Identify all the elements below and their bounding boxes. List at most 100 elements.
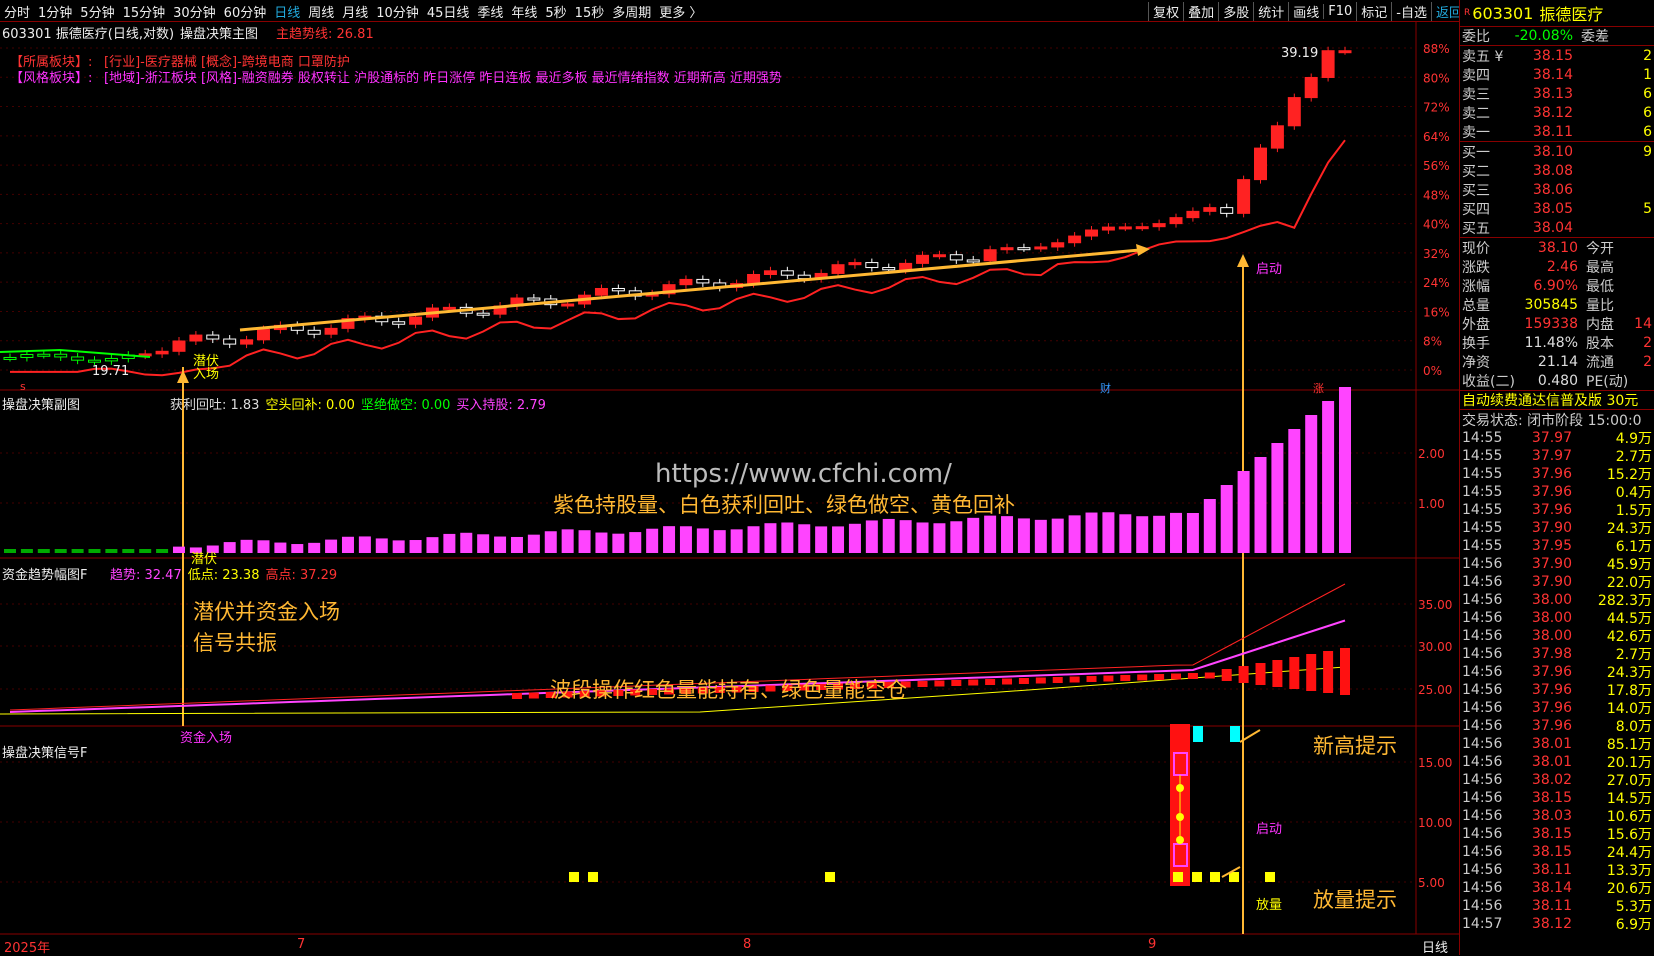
- tick-volume: 85.1万: [1606, 737, 1652, 753]
- ask-volume: 2: [1643, 47, 1652, 64]
- period-tab-10[interactable]: 45日线: [423, 2, 474, 21]
- tick-row: 14:56 38.15 24.4万: [1460, 843, 1654, 861]
- sub1-bar: [1271, 443, 1284, 553]
- volume-marker: [588, 872, 598, 882]
- quote-stat-value: 21.14: [1537, 353, 1578, 370]
- period-tab-7[interactable]: 周线: [304, 2, 338, 21]
- tick-time: 14:55: [1462, 430, 1503, 446]
- bid-row[interactable]: 买五 38.04: [1460, 218, 1654, 237]
- sector-label-2: 【风格板块】:: [10, 71, 93, 86]
- candle-body: [172, 340, 186, 352]
- tick-row: 14:56 38.00 44.5万: [1460, 609, 1654, 627]
- tick-list[interactable]: 14:55 37.97 4.9万 14:55 37.97 2.7万 14:55 37.96 15…: [1460, 429, 1654, 933]
- sub1-bar: [1288, 429, 1301, 553]
- sub1-bar: [409, 540, 422, 553]
- tick-volume: 14.5万: [1606, 791, 1652, 807]
- period-tab-13[interactable]: 5秒: [541, 2, 570, 21]
- quote-header: R 603301 振德医疗: [1460, 0, 1654, 27]
- period-tab-5[interactable]: 60分钟: [220, 2, 271, 21]
- bid-row[interactable]: 买三 38.06: [1460, 180, 1654, 199]
- tick-time: 14:56: [1462, 646, 1503, 662]
- bid-row[interactable]: 买一 38.10 9: [1460, 142, 1654, 161]
- stock-title: 603301 振德医疗(日线,对数): [2, 27, 175, 42]
- tick-time: 14:55: [1462, 466, 1503, 482]
- tick-row: 14:55 37.96 1.5万: [1460, 501, 1654, 519]
- sub1-bar: [122, 549, 135, 553]
- ask-label: 卖三: [1462, 86, 1490, 103]
- period-toolbar: 分时 1分钟 5分钟 15分钟 30分钟 60分钟 日线 周线 月线 10分钟 45日线 季线 年线 5秒…: [0, 0, 1654, 22]
- sub2-bar: [511, 693, 522, 699]
- volume-marker: [1229, 872, 1239, 882]
- trade-status: 交易状态: 闭市阶段 15:00:0: [1462, 412, 1642, 429]
- tool-button-4[interactable]: 画线: [1288, 1, 1323, 21]
- period-tab-11[interactable]: 季线: [473, 2, 507, 21]
- pct-axis-label: 24%: [1423, 276, 1450, 290]
- period-tab-6[interactable]: 日线: [270, 2, 304, 21]
- sub2-bar: [1238, 666, 1249, 683]
- sub1-bar: [460, 532, 473, 553]
- candle-body: [865, 262, 879, 269]
- tick-price: 38.00: [1531, 628, 1572, 644]
- news-ticker[interactable]: 自动续费通达信普及版 30元: [1460, 391, 1654, 410]
- ask-row[interactable]: 卖二 38.12 6: [1460, 103, 1654, 122]
- candle-body: [1000, 247, 1014, 251]
- sub3-title[interactable]: 操盘决策信号F: [2, 742, 87, 761]
- period-indicator[interactable]: 日线: [1422, 937, 1448, 956]
- sub2-annotation-left-2: 信号共振: [193, 631, 277, 655]
- period-tab-16[interactable]: 更多 〉: [655, 2, 706, 21]
- tick-row: 14:56 38.00 282.3万: [1460, 591, 1654, 609]
- ask-list: 卖五 ¥ 38.15 2 卖四 38.14 1 卖三 38.13 6 卖二 38.12 6 卖一 38.1…: [1460, 46, 1654, 142]
- period-tab-3[interactable]: 15分钟: [119, 2, 170, 21]
- sub1-title[interactable]: 操盘决策副图: [2, 394, 80, 413]
- ask-row[interactable]: 卖一 38.11 6: [1460, 122, 1654, 141]
- ask-row[interactable]: 卖四 38.14 1: [1460, 65, 1654, 84]
- period-tab-9[interactable]: 10分钟: [372, 2, 423, 21]
- tool-button-6[interactable]: 标记: [1356, 1, 1391, 21]
- sub1-bar: [1153, 515, 1166, 553]
- sub2-bar: [968, 679, 979, 686]
- tool-button-1[interactable]: 叠加: [1183, 1, 1218, 21]
- sub1-bar: [595, 532, 608, 553]
- tool-button-5[interactable]: F10: [1323, 3, 1356, 19]
- bid-list: 买一 38.10 9 买二 38.08 买三 38.06 买四 38.05 5 买五 38.04: [1460, 142, 1654, 238]
- tick-price: 38.00: [1531, 610, 1572, 626]
- candle-body: [223, 338, 237, 345]
- candle-body: [206, 334, 220, 340]
- sub1-bar: [1102, 512, 1115, 553]
- period-tab-0[interactable]: 分时: [0, 2, 34, 21]
- tool-button-0[interactable]: 复权: [1148, 1, 1183, 21]
- watermark-url: https://www.cfchi.com/: [655, 459, 952, 489]
- tick-row: 14:56 38.15 15.6万: [1460, 825, 1654, 843]
- chart-tools: 复权 叠加 多股 统计 画线 F10 标记 -自选 返回: [1148, 0, 1466, 22]
- tick-price: 38.03: [1531, 808, 1572, 824]
- bid-row[interactable]: 买二 38.08: [1460, 161, 1654, 180]
- tick-volume: 2.7万: [1615, 449, 1652, 465]
- tool-button-3[interactable]: 统计: [1253, 1, 1288, 21]
- sub1-value-1: 空头回补: 0.00: [265, 398, 355, 413]
- sub1-bar: [274, 542, 287, 553]
- tick-price: 37.96: [1531, 484, 1572, 500]
- tick-volume: 44.5万: [1606, 611, 1652, 627]
- tick-volume: 14.0万: [1606, 701, 1652, 717]
- tick-row: 14:55 37.97 4.9万: [1460, 429, 1654, 447]
- candle-body: [966, 259, 980, 263]
- main-indicator-name[interactable]: 操盘决策主图: [180, 23, 258, 42]
- candle-body: [256, 329, 270, 341]
- period-tab-12[interactable]: 年线: [507, 2, 541, 21]
- bid-row[interactable]: 买四 38.05 5: [1460, 199, 1654, 218]
- period-tab-2[interactable]: 5分钟: [76, 2, 118, 21]
- bid-price: 38.08: [1532, 162, 1573, 179]
- tool-button-7[interactable]: -自选: [1391, 1, 1431, 21]
- period-tab-15[interactable]: 多周期: [608, 2, 655, 21]
- ask-row[interactable]: 卖三 38.13 6: [1460, 84, 1654, 103]
- ask-volume: 1: [1643, 66, 1652, 83]
- sub1-bar: [1220, 485, 1233, 553]
- period-tab-14[interactable]: 15秒: [571, 2, 609, 21]
- xaxis-year: 2025年: [4, 941, 51, 956]
- ask-row[interactable]: 卖五 ¥ 38.15 2: [1460, 46, 1654, 65]
- tool-button-2[interactable]: 多股: [1218, 1, 1253, 21]
- period-tab-1[interactable]: 1分钟: [34, 2, 76, 21]
- sub2-title[interactable]: 资金趋势幅图F: [2, 564, 87, 583]
- period-tab-4[interactable]: 30分钟: [169, 2, 220, 21]
- period-tab-8[interactable]: 月线: [338, 2, 372, 21]
